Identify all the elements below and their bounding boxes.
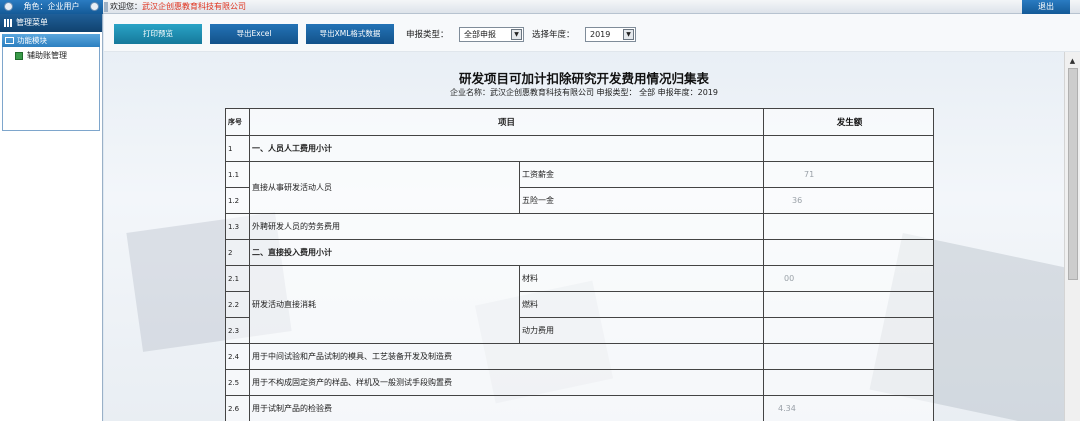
table-row: 2.5 用于不构成固定资产的样品、样机及一般测试手段购置费 <box>225 369 934 396</box>
row-subitem: 工资薪金 <box>519 161 764 188</box>
row-seq: 1.3 <box>225 213 250 240</box>
row-seq: 2.5 <box>225 369 250 396</box>
table-row: 2.1 研发活动直接消耗 材料 00 <box>225 265 934 344</box>
logout-button[interactable]: 退出 <box>1022 0 1070 14</box>
table-row: 1.3 外聘研发人员的劳务费用 <box>225 213 934 240</box>
row-amount <box>763 343 934 370</box>
row-subitem: 五险一金 <box>519 187 764 214</box>
report-type-label: 申报类型： <box>406 30 449 40</box>
welcome-icon <box>104 2 108 12</box>
row-amount <box>763 135 934 162</box>
scroll-up-icon[interactable]: ▲ <box>1067 56 1078 66</box>
report-table: 序号 项目 发生额 1 一、人员人工费用小计 1.1 直接从事研发活动人员 工资… <box>225 108 934 421</box>
table-row: 1.1 直接从事研发活动人员 工资薪金 71 <box>225 161 934 214</box>
export-xml-button[interactable]: 导出XML格式数据 <box>306 24 394 44</box>
row-item: 用于不构成固定资产的样品、样机及一般测试手段购置费 <box>249 369 764 396</box>
row-seq: 2.1 <box>225 265 250 292</box>
company-name: 武汉企创惠教育科技有限公司 <box>142 2 246 11</box>
header-seq: 序号 <box>225 108 250 136</box>
pin-icon <box>90 2 99 11</box>
year-label: 选择年度： <box>532 30 575 40</box>
ledger-icon <box>15 51 23 60</box>
header-amount: 发生额 <box>763 108 934 136</box>
table-row: 1 一、人员人工费用小计 <box>225 135 934 162</box>
chevron-down-icon: ▼ <box>623 29 634 40</box>
module-icon <box>5 37 14 44</box>
row-seq: 2.3 <box>225 317 250 344</box>
module-panel: 辅助账管理 <box>2 47 100 131</box>
chevron-down-icon: ▼ <box>511 29 522 40</box>
role-box: 角色：企业用户 <box>0 0 103 14</box>
row-seq: 1.2 <box>225 187 250 214</box>
sidebar-item-auxiliary-ledger[interactable]: 辅助账管理 <box>3 47 99 61</box>
scrollbar-thumb[interactable] <box>1068 68 1078 280</box>
row-amount <box>763 213 934 240</box>
module-header[interactable]: 功能模块 <box>2 34 100 47</box>
row-amount <box>763 239 934 266</box>
row-seq: 2.4 <box>225 343 250 370</box>
row-amount <box>763 369 934 396</box>
welcome-label: 欢迎您： <box>110 2 142 11</box>
report-type-value: 全部申报 <box>464 30 496 39</box>
table-row: 2 二、直接投入费用小计 <box>225 239 934 266</box>
report-type-select[interactable]: 全部申报 ▼ <box>459 27 524 42</box>
top-bar: 角色：企业用户 欢迎您：武汉企创惠教育科技有限公司 退出 <box>0 0 1080 14</box>
table-row: 2.6 用于试制产品的检验费 4.34 <box>225 395 934 421</box>
row-seq: 2.2 <box>225 291 250 318</box>
table-header-row: 序号 项目 发生额 <box>225 108 934 136</box>
row-amount: 4.34 <box>763 395 934 421</box>
report-title: 研发项目可加计扣除研究开发费用情况归集表 <box>458 71 709 86</box>
row-seq: 1.1 <box>225 161 250 188</box>
report-subtitle: 企业名称：武汉企创惠教育科技有限公司 申报类型： 全部 申报年度：2019 <box>450 88 718 97</box>
pin-icon <box>4 2 13 11</box>
row-group: 直接从事研发活动人员 <box>249 161 520 214</box>
row-item: 用于试制产品的检验费 <box>249 395 764 421</box>
row-seq: 2 <box>225 239 250 266</box>
year-select[interactable]: 2019 ▼ <box>585 27 636 42</box>
row-group: 研发活动直接消耗 <box>249 265 520 344</box>
row-amount <box>763 291 934 318</box>
row-seq: 2.6 <box>225 395 250 421</box>
sidebar-item-label: 辅助账管理 <box>27 51 67 60</box>
row-seq: 1 <box>225 135 250 162</box>
row-subitem: 材料 <box>519 265 764 292</box>
row-amount: 00 <box>763 265 934 292</box>
menu-icon <box>4 19 13 27</box>
menu-header: 管理菜单 <box>0 14 102 32</box>
row-item: 用于中间试验和产品试制的模具、工艺装备开发及制造费 <box>249 343 764 370</box>
row-amount <box>763 317 934 344</box>
table-row: 2.4 用于中间试验和产品试制的模具、工艺装备开发及制造费 <box>225 343 934 370</box>
role-label: 角色：企业用户 <box>23 2 80 11</box>
vertical-scrollbar[interactable]: ▲ <box>1064 52 1080 421</box>
module-title: 功能模块 <box>17 36 47 45</box>
welcome-message: 欢迎您：武汉企创惠教育科技有限公司 <box>110 0 246 13</box>
row-item: 一、人员人工费用小计 <box>249 135 764 162</box>
menu-title: 管理菜单 <box>16 18 48 27</box>
row-amount: 36 <box>763 187 934 214</box>
year-value: 2019 <box>590 30 611 39</box>
row-amount: 71 <box>763 161 934 188</box>
row-item: 二、直接投入费用小计 <box>249 239 764 266</box>
main-content: 打印预览 导出Excel 导出XML格式数据 申报类型： 全部申报 ▼ 选择年度… <box>104 14 1080 421</box>
toolbar: 打印预览 导出Excel 导出XML格式数据 申报类型： 全部申报 ▼ 选择年度… <box>104 14 1080 52</box>
export-excel-button[interactable]: 导出Excel <box>210 24 298 44</box>
print-preview-button[interactable]: 打印预览 <box>114 24 202 44</box>
header-item: 项目 <box>249 108 764 136</box>
row-subitem: 动力费用 <box>519 317 764 344</box>
sidebar: 管理菜单 功能模块 辅助账管理 <box>0 14 103 421</box>
row-item: 外聘研发人员的劳务费用 <box>249 213 764 240</box>
row-subitem: 燃料 <box>519 291 764 318</box>
